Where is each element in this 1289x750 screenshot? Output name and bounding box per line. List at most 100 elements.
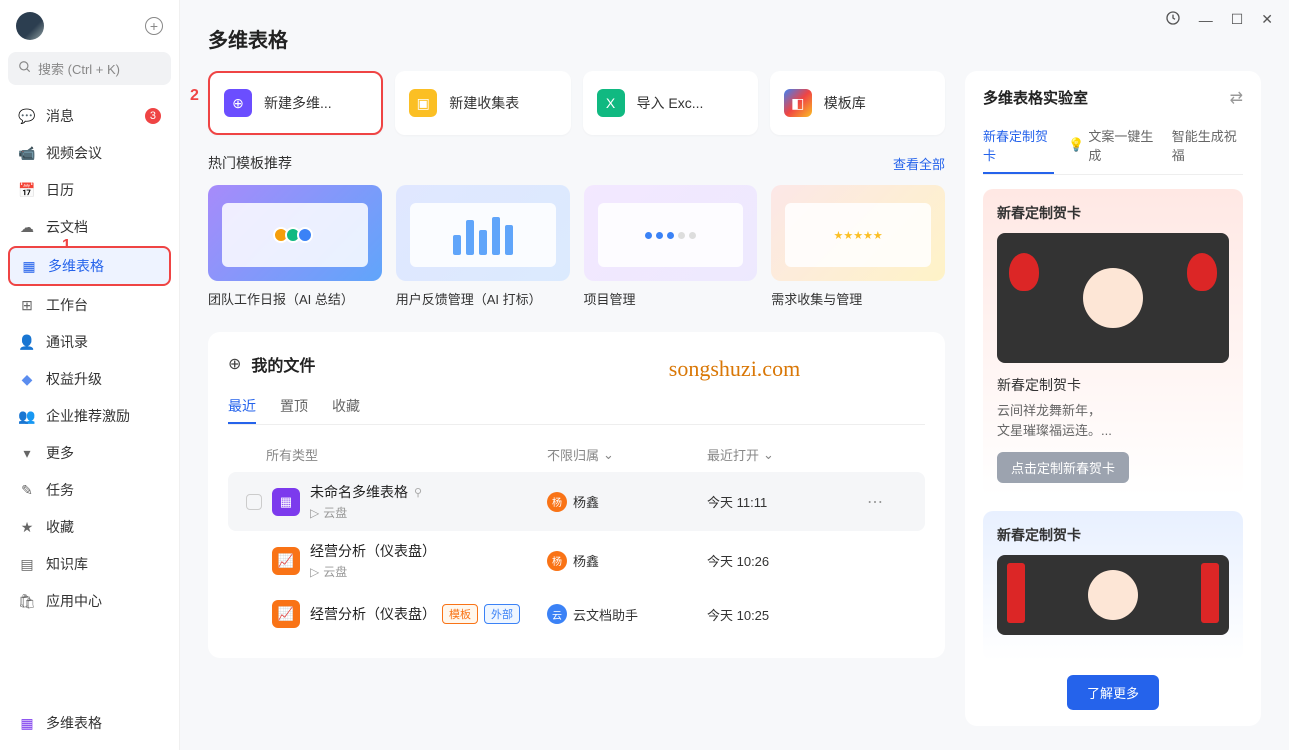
pin-icon: ⚲	[414, 486, 422, 499]
chevron-down-icon: ⌄	[603, 447, 614, 463]
more-button[interactable]: ⋯	[867, 492, 907, 512]
template-icon: ◧	[784, 89, 812, 117]
excel-icon: X	[597, 89, 625, 117]
lab-tab-wish[interactable]: 智能生成祝福	[1172, 122, 1243, 174]
cloud-icon: ☁	[18, 218, 36, 236]
file-row[interactable]: ▦ 未命名多维表格⚲ ▷云盘 杨杨鑫 今天 11:11 ⋯	[228, 472, 925, 531]
sidebar-item-docs[interactable]: ☁云文档	[8, 209, 171, 245]
bulb-icon: 💡	[1068, 137, 1084, 153]
sidebar-item-referral[interactable]: 👥企业推荐激励	[8, 398, 171, 434]
tag-external: 外部	[484, 604, 520, 624]
owner-avatar: 杨	[547, 492, 567, 512]
owner-avatar: 杨	[547, 551, 567, 571]
annotation-2: 2	[190, 87, 199, 105]
chat-icon: 💬	[18, 107, 36, 125]
promo-card: 新春定制贺卡 新春定制贺卡 云间祥龙舞新年，文星璀璨福运连。... 点击定制新春…	[983, 189, 1243, 497]
page-title: 多维表格	[208, 24, 1261, 53]
star-icon: ★	[18, 518, 36, 536]
sidebar-item-calendar[interactable]: 📅日历	[8, 172, 171, 208]
folder-icon: ▷	[310, 565, 319, 579]
promo-image	[997, 233, 1229, 363]
sidebar-item-favorites[interactable]: ★收藏	[8, 509, 171, 545]
pencil-icon: ✎	[18, 481, 36, 499]
action-new-form[interactable]: ▣新建收集表	[395, 71, 570, 135]
sidebar-item-upgrade[interactable]: ◆权益升级	[8, 361, 171, 397]
action-new-bitable[interactable]: ⊕新建多维...	[208, 71, 383, 135]
lab-tab-card[interactable]: 新春定制贺卡	[983, 122, 1054, 174]
plus-icon: ⊕	[224, 89, 252, 117]
promo-cta-button[interactable]: 点击定制新春贺卡	[997, 452, 1129, 483]
files-title: 我的文件	[251, 352, 315, 376]
dashboard-file-icon: 📈	[272, 547, 300, 575]
folder-icon: ▷	[310, 506, 319, 520]
diamond-icon: ◆	[18, 370, 36, 388]
template-card[interactable]: 用户反馈管理（AI 打标）	[396, 185, 570, 308]
grid-icon: ▦	[18, 714, 36, 732]
close-button[interactable]: ✕	[1261, 11, 1273, 28]
promo-image-2	[997, 555, 1229, 635]
sidebar-item-bitable[interactable]: ▦多维表格	[8, 246, 171, 286]
main: — ☐ ✕ 多维表格 2 ⊕新建多维... ▣新建收集表 X导入 Exc... …	[180, 0, 1289, 750]
add-button[interactable]: +	[145, 17, 163, 35]
minimize-button[interactable]: —	[1199, 12, 1213, 28]
lab-tab-copy[interactable]: 💡文案一键生成	[1068, 122, 1158, 174]
bitable-file-icon: ▦	[272, 488, 300, 516]
tab-pinned[interactable]: 置顶	[280, 390, 308, 424]
people-icon: 👥	[18, 407, 36, 425]
sidebar-item-more[interactable]: ▾更多	[8, 435, 171, 471]
dashboard-file-icon: 📈	[272, 600, 300, 628]
template-card[interactable]: ★★★★★需求收集与管理	[771, 185, 945, 308]
user-icon: 👤	[18, 333, 36, 351]
owner-avatar: 云	[547, 604, 567, 624]
book-icon: ▤	[18, 555, 36, 573]
col-opened[interactable]: 最近打开 ⌄	[707, 445, 867, 464]
sidebar-bottom-bitable[interactable]: ▦多维表格	[8, 705, 171, 741]
bag-icon: 🛍	[18, 592, 36, 610]
calendar-icon: 📅	[18, 181, 36, 199]
sidebar: + 搜索 (Ctrl + K) 💬消息3 📹视频会议 📅日历 ☁云文档 1 ▦多…	[0, 0, 180, 750]
apps-icon: ⊞	[18, 296, 36, 314]
view-all-link[interactable]: 查看全部	[893, 154, 945, 173]
lab-panel: 多维表格实验室 ⇄ 新春定制贺卡 💡文案一键生成 智能生成祝福 新春定制贺卡	[965, 71, 1261, 726]
tag-template: 模板	[442, 604, 478, 624]
tab-starred[interactable]: 收藏	[332, 390, 360, 424]
sidebar-item-apps[interactable]: 🛍应用中心	[8, 583, 171, 619]
chevron-down-icon: ⌄	[763, 447, 774, 463]
sidebar-item-workspace[interactable]: ⊞工作台	[8, 287, 171, 323]
titlebar: — ☐ ✕	[1149, 0, 1289, 39]
badge: 3	[145, 108, 161, 124]
template-card[interactable]: 项目管理	[584, 185, 758, 308]
lab-title: 多维表格实验室	[983, 87, 1088, 108]
files-section: ⊕ 我的文件 最近 置顶 收藏 所有类型 不限归属 ⌄ 最近打开 ⌄	[208, 332, 945, 658]
col-type[interactable]: 所有类型	[246, 445, 547, 464]
file-time: 今天 10:25	[707, 605, 867, 624]
sidebar-item-tasks[interactable]: ✎任务	[8, 472, 171, 508]
search-placeholder: 搜索 (Ctrl + K)	[38, 59, 120, 78]
video-icon: 📹	[18, 144, 36, 162]
search-input[interactable]: 搜索 (Ctrl + K)	[8, 52, 171, 85]
chevron-down-icon: ▾	[18, 444, 36, 462]
action-import-excel[interactable]: X导入 Exc...	[583, 71, 758, 135]
sidebar-item-messages[interactable]: 💬消息3	[8, 98, 171, 134]
file-row[interactable]: 📈 经营分析（仪表盘） ▷云盘 杨杨鑫 今天 10:26	[228, 531, 925, 590]
action-template-lib[interactable]: ◧模板库	[770, 71, 945, 135]
file-time: 今天 10:26	[707, 551, 867, 570]
search-icon	[18, 60, 32, 77]
promo-card-2: 新春定制贺卡	[983, 511, 1243, 661]
sidebar-item-video[interactable]: 📹视频会议	[8, 135, 171, 171]
avatar[interactable]	[16, 12, 44, 40]
file-time: 今天 11:11	[707, 492, 867, 511]
tab-recent[interactable]: 最近	[228, 390, 256, 424]
form-icon: ▣	[409, 89, 437, 117]
learn-more-button[interactable]: 了解更多	[1067, 675, 1159, 710]
sidebar-item-contacts[interactable]: 👤通讯录	[8, 324, 171, 360]
col-scope[interactable]: 不限归属 ⌄	[547, 445, 707, 464]
maximize-button[interactable]: ☐	[1231, 11, 1244, 28]
checkbox[interactable]	[246, 494, 262, 510]
template-card[interactable]: 团队工作日报（AI 总结）	[208, 185, 382, 308]
grid-icon: ▦	[20, 257, 38, 275]
sidebar-item-wiki[interactable]: ▤知识库	[8, 546, 171, 582]
history-icon[interactable]	[1165, 10, 1181, 29]
settings-icon[interactable]: ⇄	[1230, 88, 1243, 108]
file-row[interactable]: 📈 经营分析（仪表盘） 模板 外部 云云文档助手 今天 10:25	[228, 590, 925, 638]
